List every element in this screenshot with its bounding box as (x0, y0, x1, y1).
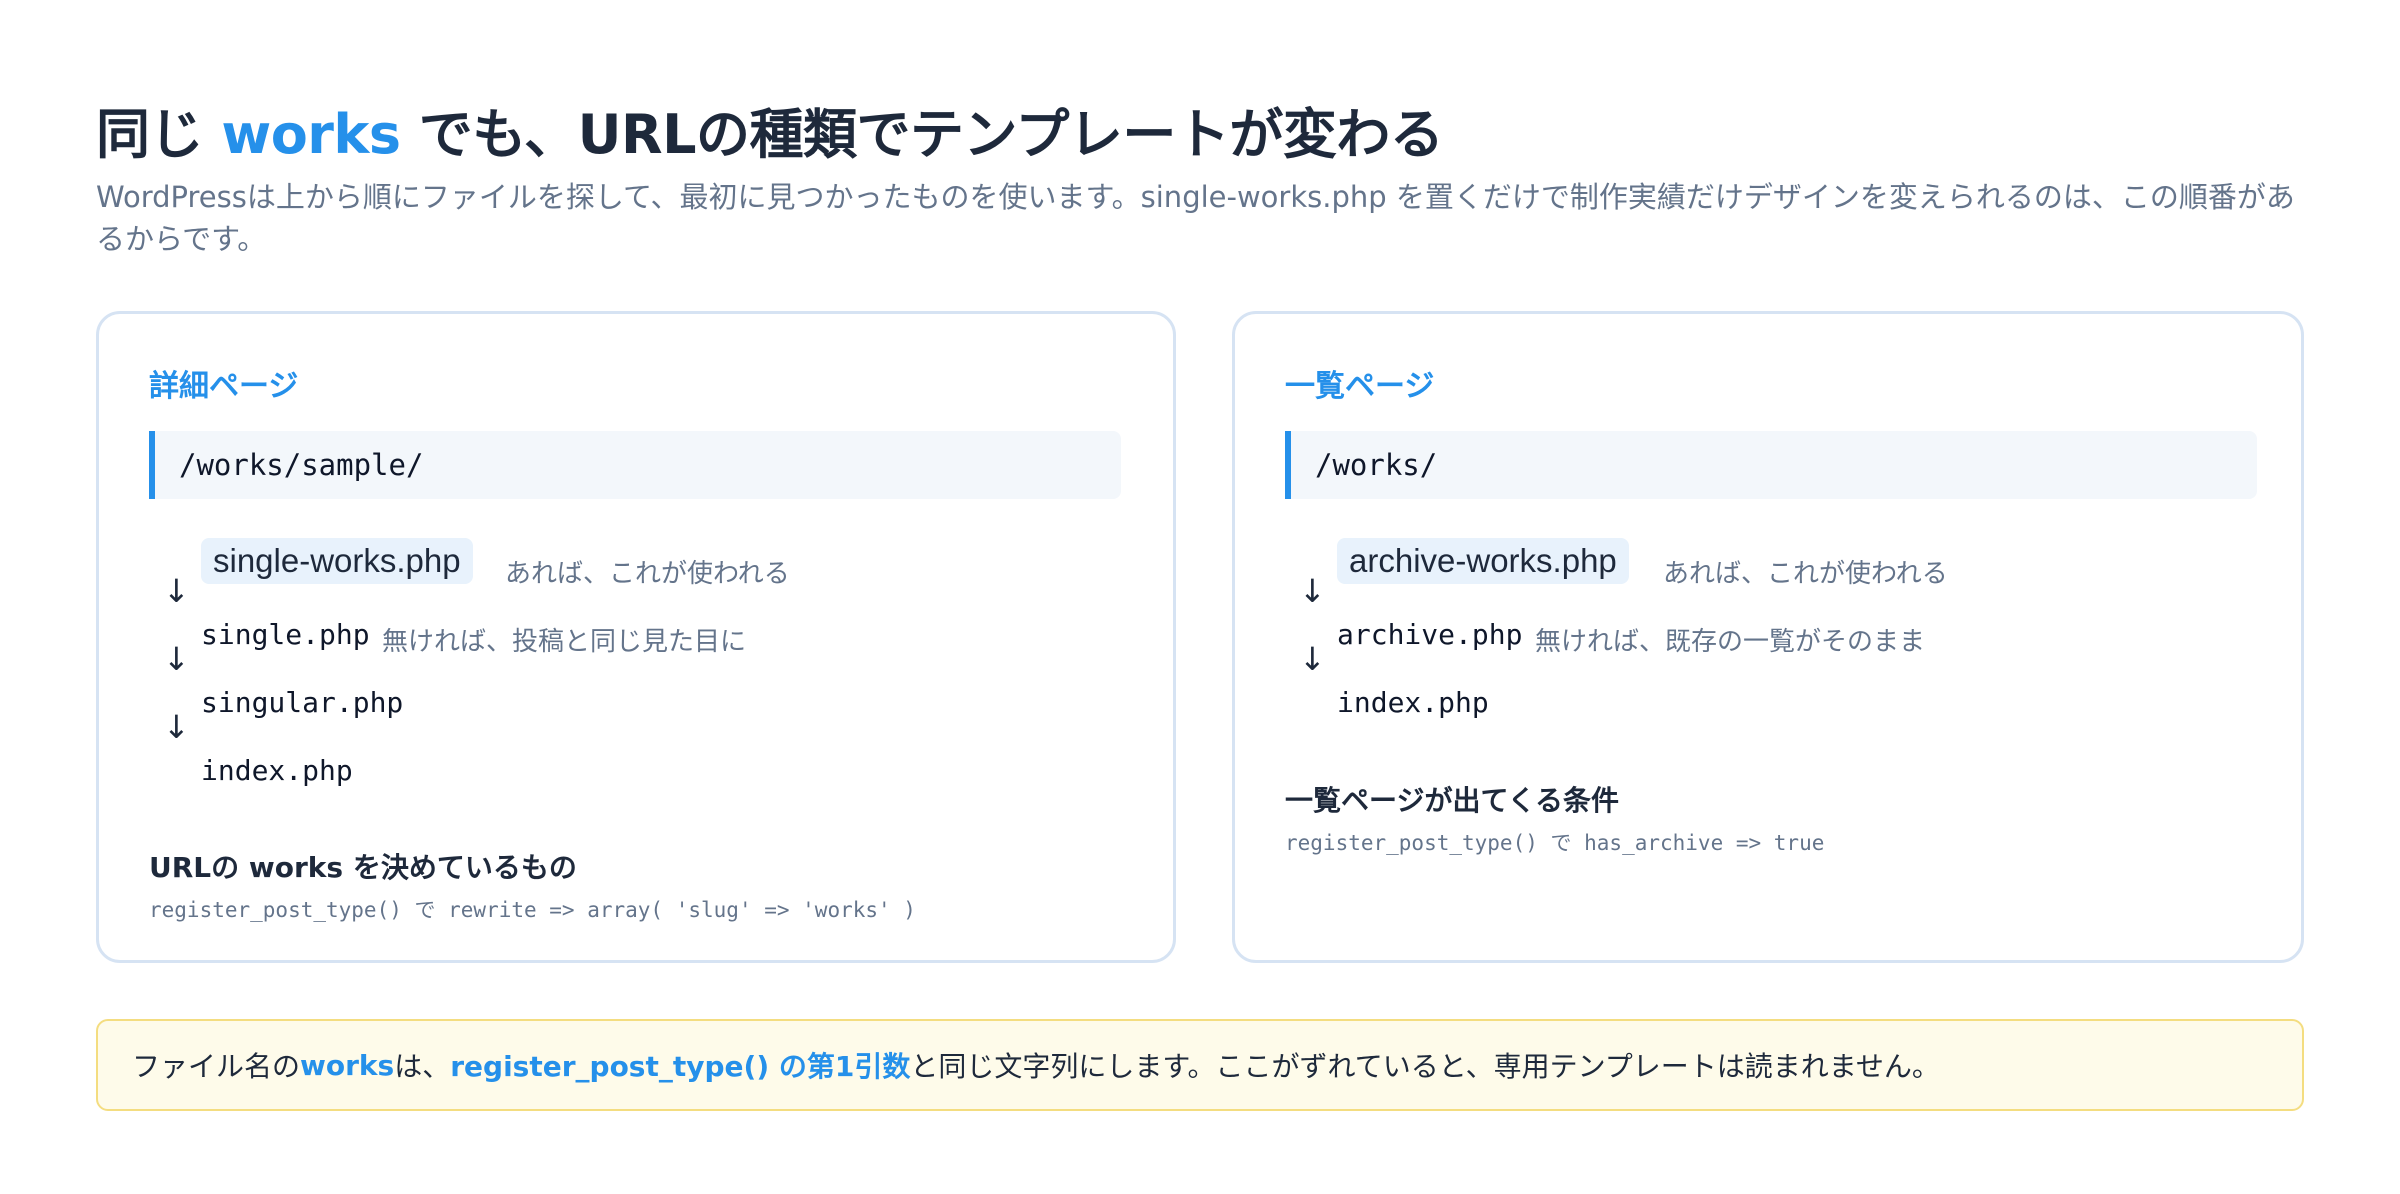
template-file: archive.php (1337, 618, 1523, 651)
template-file: singular.php (201, 686, 404, 719)
callout-emphasis: register_post_type() の第1引数 (450, 1050, 911, 1083)
template-step: single.php 無ければ、投稿と同じ見た目に ↓ (149, 604, 1109, 678)
template-hierarchy: archive-works.php あれば、これが使われる ↓ archive.… (1285, 536, 2245, 740)
condition-code: register_post_type() で has_archive => tr… (1285, 831, 1825, 855)
callout-emphasis: works (300, 1048, 395, 1082)
template-file-highlight: archive-works.php (1337, 538, 1629, 584)
callout-text: ファイル名の (132, 1050, 301, 1083)
template-file-highlight: single-works.php (201, 538, 473, 584)
url-box: /works/ (1285, 431, 2257, 499)
title-suffix: でも、URLの種類でテンプレートが変わる (400, 103, 1444, 166)
card-title: 一覧ページ (1285, 369, 1435, 404)
template-step: index.php (1285, 672, 2245, 740)
note-callout: ファイル名の works は、 register_post_type() の第1引… (96, 1019, 2304, 1111)
template-step: archive-works.php あれば、これが使われる ↓ (1285, 536, 2245, 610)
template-file: index.php (201, 754, 353, 787)
callout-text: は、 (394, 1050, 451, 1083)
template-hierarchy: single-works.php あれば、これが使われる ↓ single.ph… (149, 536, 1109, 808)
template-step: index.php (149, 740, 1109, 808)
template-step: singular.php ↓ (149, 672, 1109, 746)
url-box: /works/sample/ (149, 431, 1121, 499)
template-note: あれば、これが使われる (505, 559, 790, 589)
template-step: archive.php 無ければ、既存の一覧がそのまま ↓ (1285, 604, 2245, 678)
template-note: 無ければ、投稿と同じ見た目に (382, 627, 747, 657)
page-title: 同じ works でも、URLの種類でテンプレートが変わる (96, 90, 1444, 169)
condition-title: URLの works を決めているもの (149, 851, 577, 884)
url-text: /works/ (1315, 448, 1438, 482)
condition-code: register_post_type() で rewrite => array(… (149, 898, 916, 922)
template-file: single.php (201, 618, 370, 651)
template-step: single-works.php あれば、これが使われる ↓ (149, 536, 1109, 610)
archive-page-card: 一覧ページ /works/ archive-works.php あれば、これが使… (1232, 311, 2304, 963)
card-title: 詳細ページ (149, 369, 299, 404)
lead-text: WordPressは上から順にファイルを探して、最初に見つかったものを使います。… (96, 180, 2295, 256)
condition-title: 一覧ページが出てくる条件 (1285, 784, 1620, 817)
title-prefix: 同じ (96, 103, 222, 166)
url-text: /works/sample/ (179, 448, 424, 482)
template-file: index.php (1337, 686, 1489, 719)
title-accent: works (221, 103, 401, 166)
template-note: あれば、これが使われる (1663, 559, 1948, 589)
callout-text: と同じ文字列にします。ここがずれていると、専用テンプレートは読まれません。 (910, 1050, 1940, 1083)
template-note: 無ければ、既存の一覧がそのまま (1535, 627, 1926, 657)
detail-page-card: 詳細ページ /works/sample/ single-works.php あれ… (96, 311, 1176, 963)
